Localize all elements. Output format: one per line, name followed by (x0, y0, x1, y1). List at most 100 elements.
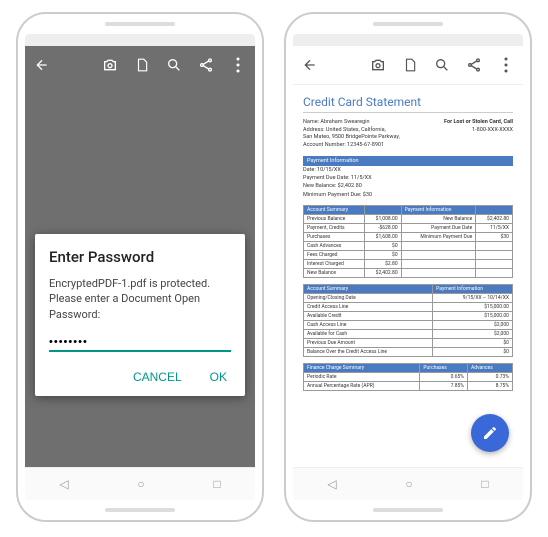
table-row: Interest Charged$2.80 (304, 259, 513, 268)
th: Account Summary (304, 284, 433, 293)
table-row: Previous Balance$1,008.00New Balance$2,4… (304, 214, 513, 223)
table-row: New Balance$2,402.80 (304, 268, 513, 277)
cell (476, 259, 513, 268)
hdr-name: Name: Abraham Swearegin (303, 119, 400, 127)
cell: 7.85% (420, 381, 468, 390)
more-icon[interactable] (497, 56, 515, 74)
cell: Available for Cash (304, 329, 433, 338)
cell: Cash Access Line (304, 320, 433, 329)
cell: $0 (433, 347, 513, 356)
document-icon[interactable] (401, 56, 419, 74)
nav-home-icon[interactable]: ○ (137, 477, 144, 491)
ok-button[interactable]: OK (206, 364, 231, 390)
cell: Balance Over the Credit Access Line (304, 347, 433, 356)
cell: $2,402.80 (364, 268, 401, 277)
status-bar (25, 34, 255, 46)
cell: Fees Charged (304, 250, 365, 259)
th: Advances (467, 363, 512, 372)
cell (476, 250, 513, 259)
hdr-city: San Mateo, 9500 BridgePointe Parkway, (303, 134, 400, 142)
cell: Minimum Payment Due (401, 232, 476, 241)
share-icon[interactable] (465, 56, 483, 74)
back-icon[interactable] (301, 56, 319, 74)
camera-icon[interactable] (101, 56, 119, 74)
cell: Periodic Rate (304, 372, 420, 381)
hdr-lost-phone: 1-800-XXX-XXXX (444, 127, 513, 135)
cell: Payment, Credits (304, 223, 365, 232)
cell: $0 (364, 250, 401, 259)
hdr-lost-label: For Lost or Stolen Card, Call (444, 119, 513, 127)
cell (401, 268, 476, 277)
detail-table: Account Summary Payment Information Open… (303, 284, 513, 357)
summary-table: Account Summary Payment Information Prev… (303, 205, 513, 278)
th (476, 205, 513, 214)
cell: $1,608.00 (364, 232, 401, 241)
cell: $2,000 (433, 329, 513, 338)
document-icon[interactable] (133, 56, 151, 74)
dialog-title: Enter Password (49, 248, 231, 266)
cell: -$628.00 (364, 223, 401, 232)
table-row: Annual Percentage Rate (APR)7.85%8.75% (304, 381, 513, 390)
password-dialog: Enter Password EncryptedPDF-1.pdf is pro… (35, 234, 245, 396)
cell: $2,000 (433, 320, 513, 329)
th: Payment Information (433, 284, 513, 293)
cancel-button[interactable]: CANCEL (129, 364, 186, 390)
screen-left: Enter Password EncryptedPDF-1.pdf is pro… (25, 34, 255, 500)
cell: Payment Due Date (401, 223, 476, 232)
table-row: Available for Cash$2,000 (304, 329, 513, 338)
cell: $2.80 (364, 259, 401, 268)
cell (401, 241, 476, 250)
table-row: Purchases$1,608.00Minimum Payment Due$30 (304, 232, 513, 241)
search-icon[interactable] (165, 56, 183, 74)
nav-recent-icon[interactable]: □ (481, 477, 488, 491)
screen-right: Credit Card Statement Name: Abraham Swea… (293, 34, 523, 500)
cell (476, 241, 513, 250)
cell: 0.65% (420, 372, 468, 381)
share-icon[interactable] (197, 56, 215, 74)
divider (303, 112, 513, 113)
doc-header: Name: Abraham Swearegin Address: United … (303, 119, 513, 150)
cell: Previous Due Amount (304, 338, 433, 347)
table-row: Cash Access Line$2,000 (304, 320, 513, 329)
status-bar (293, 34, 523, 46)
edit-fab[interactable] (471, 414, 509, 452)
table-row: Previous Due Amount$0 (304, 338, 513, 347)
hdr-acct: Account Number: 12345-67-8901 (303, 142, 400, 150)
table-row: Cash Advances$0 (304, 241, 513, 250)
toolbar (25, 46, 255, 84)
cell: $0 (433, 338, 513, 347)
table-row: Balance Over the Credit Access Line$0 (304, 347, 513, 356)
speaker (105, 22, 175, 26)
dialog-message: EncryptedPDF-1.pdf is protected. Please … (49, 276, 231, 322)
table-row: Fees Charged$0 (304, 250, 513, 259)
android-navbar: ◁ ○ □ (25, 467, 255, 500)
section-payment-info: Payment Information (303, 156, 513, 166)
nav-back-icon[interactable]: ◁ (327, 477, 336, 491)
cell: Interest Charged (304, 259, 365, 268)
password-input[interactable] (49, 334, 231, 352)
pdf-document[interactable]: Credit Card Statement Name: Abraham Swea… (293, 85, 523, 467)
content-area: Enter Password EncryptedPDF-1.pdf is pro… (25, 84, 255, 467)
search-icon[interactable] (433, 56, 451, 74)
speaker (105, 508, 175, 512)
doc-title: Credit Card Statement (303, 95, 513, 109)
nav-home-icon[interactable]: ○ (405, 477, 412, 491)
th: Finance Charge Summary (304, 363, 420, 372)
cell: Cash Advances (304, 241, 365, 250)
th: Purchases (420, 363, 468, 372)
back-icon[interactable] (33, 56, 51, 74)
nav-back-icon[interactable]: ◁ (59, 477, 68, 491)
nav-recent-icon[interactable]: □ (213, 477, 220, 491)
finance-table: Finance Charge Summary Purchases Advance… (303, 363, 513, 391)
speaker (373, 508, 443, 512)
cell: $30 (476, 232, 513, 241)
cell: $15,000.00 (433, 311, 513, 320)
cell: $15,000.00 (433, 302, 513, 311)
camera-icon[interactable] (369, 56, 387, 74)
pi-date: Date: 10/15/XX (303, 166, 513, 174)
pencil-icon (482, 425, 498, 441)
more-icon[interactable] (229, 56, 247, 74)
dialog-actions: CANCEL OK (49, 364, 231, 390)
table-row: Opening/Closing Date9/15/XX – 10/14/XX (304, 293, 513, 302)
cell: $1,008.00 (364, 214, 401, 223)
